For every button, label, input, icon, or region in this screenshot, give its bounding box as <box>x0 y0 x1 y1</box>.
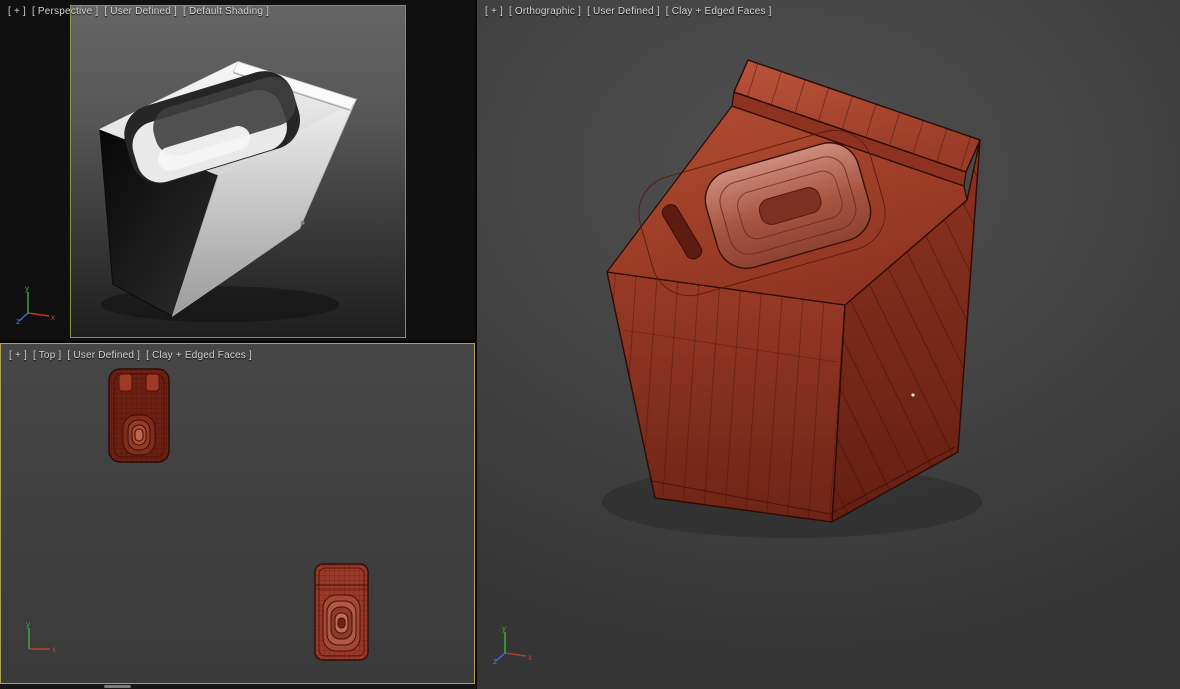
viewport-splitter-vertical[interactable] <box>475 0 477 689</box>
viewport-user-button[interactable]: [ User Defined ] <box>67 350 140 361</box>
toilet-body-faces <box>606 59 981 523</box>
axis-y-label: y <box>26 621 30 629</box>
viewport-menu-button[interactable]: [ + ] <box>8 6 26 17</box>
viewport-user-button[interactable]: [ User Defined ] <box>587 6 660 17</box>
axis-z-label: z <box>16 317 20 325</box>
axis-z-label: z <box>493 657 497 665</box>
toilet-top-view-upper[interactable] <box>101 363 181 468</box>
orthographic-canvas[interactable] <box>477 0 1180 689</box>
toilet-top-view-lower[interactable] <box>309 560 375 665</box>
perspective-canvas[interactable] <box>71 6 405 337</box>
viewport-menu-button[interactable]: [ + ] <box>9 350 27 361</box>
viewport-pov-button[interactable]: [ Perspective ] <box>32 6 98 17</box>
axis-tripod-icon: x y <box>26 621 56 654</box>
bottom-scrollbar[interactable] <box>0 684 476 689</box>
pivot-dot <box>911 393 915 397</box>
axis-x-label: x <box>52 645 56 654</box>
axis-z-icon <box>495 652 506 662</box>
axis-x-icon <box>27 312 50 317</box>
render-safe-frame <box>70 5 406 338</box>
viewport-shading-button[interactable]: [ Clay + Edged Faces ] <box>146 350 252 361</box>
viewport-top[interactable]: [ + ] [ Top ] [ User Defined ] [ Clay + … <box>0 343 475 684</box>
axis-y-label: y <box>25 285 29 293</box>
axis-x-icon <box>504 652 527 657</box>
viewport-menu-button[interactable]: [ + ] <box>485 6 503 17</box>
flush-button-dot <box>300 220 305 225</box>
viewport-label-perspective: [ + ] [ Perspective ] [ User Defined ] [… <box>8 6 269 17</box>
viewport-shading-button[interactable]: [ Clay + Edged Faces ] <box>666 6 772 17</box>
axis-tripod-icon: x y z <box>493 625 532 665</box>
viewport-user-button[interactable]: [ User Defined ] <box>104 6 177 17</box>
scrollbar-thumb[interactable] <box>104 685 131 688</box>
viewport-perspective[interactable]: [ + ] [ Perspective ] [ User Defined ] [… <box>0 0 476 341</box>
axis-tripod-icon: x y z <box>16 285 55 325</box>
viewport-label-top: [ + ] [ Top ] [ User Defined ] [ Clay + … <box>9 350 252 361</box>
toilet-model-clay[interactable] <box>602 59 982 538</box>
axis-y-label: y <box>502 625 506 633</box>
axis-x-label: x <box>51 313 55 322</box>
viewport-splitter-horizontal[interactable] <box>0 341 476 343</box>
viewport-shading-button[interactable]: [ Default Shading ] <box>183 6 269 17</box>
viewport-label-orthographic: [ + ] [ Orthographic ] [ User Defined ] … <box>485 6 772 17</box>
viewport-pov-button[interactable]: [ Top ] <box>33 350 61 361</box>
toilet-model-shaded[interactable] <box>98 61 358 323</box>
viewport-orthographic[interactable]: [ + ] [ Orthographic ] [ User Defined ] … <box>477 0 1180 689</box>
viewport-layout: [ + ] [ Perspective ] [ User Defined ] [… <box>0 0 1180 689</box>
viewport-pov-button[interactable]: [ Orthographic ] <box>509 6 581 17</box>
axis-x-label: x <box>528 653 532 662</box>
axis-z-icon <box>18 312 29 322</box>
